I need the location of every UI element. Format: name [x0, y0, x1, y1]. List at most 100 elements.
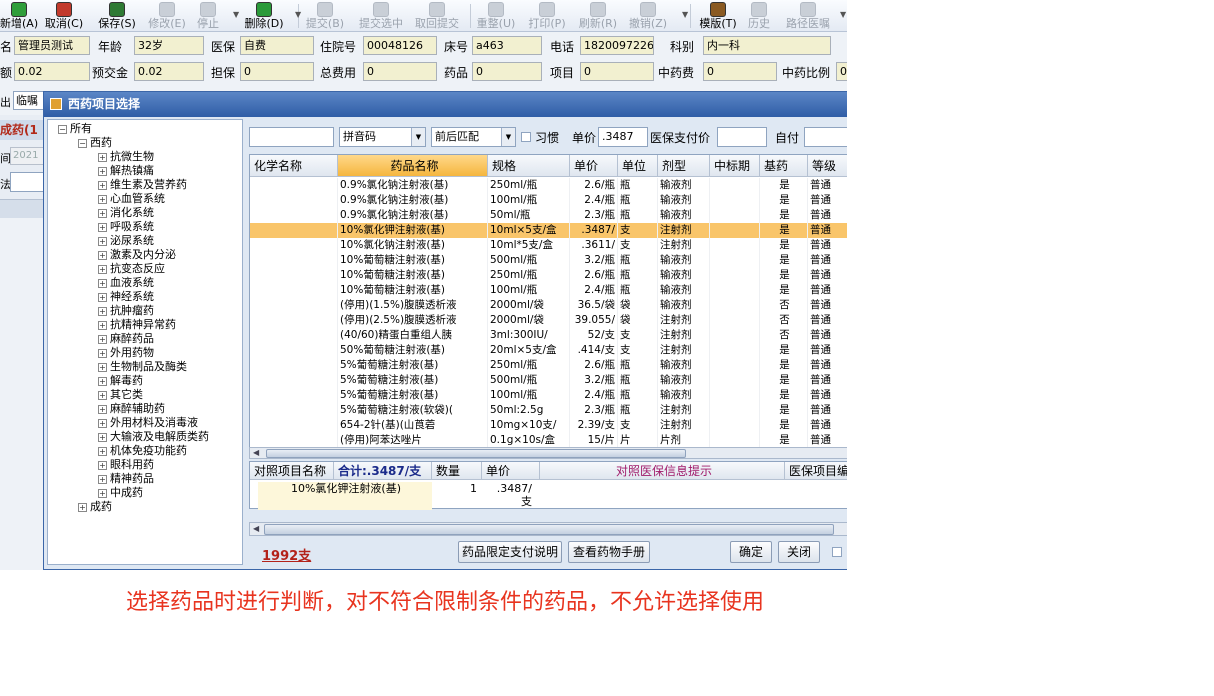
tree-node-item[interactable]: + 激素及内分泌 [98, 248, 176, 262]
patient-field[interactable]: 0 [580, 62, 654, 81]
expand-icon[interactable]: + [98, 208, 107, 218]
lower-column-header[interactable]: 医保项目编 [785, 462, 847, 480]
expand-icon[interactable]: + [98, 278, 107, 288]
limit-payment-button[interactable]: 药品限定支付说明 [458, 541, 562, 563]
insurance-price-input[interactable] [717, 127, 767, 147]
tree-node-item[interactable]: + 其它类 [98, 388, 143, 402]
grid-column-header[interactable]: 等级 [808, 155, 847, 177]
toolbar-button-11[interactable]: 刷新(R) [575, 0, 621, 32]
toolbar-button-0[interactable]: 新增(A) [0, 0, 38, 32]
patient-field[interactable]: 0 [240, 62, 314, 81]
expand-icon[interactable]: + [98, 404, 107, 414]
table-row[interactable]: 5%葡萄糖注射液(基) 100ml/瓶 2.4/瓶瓶输液剂 是普通 [250, 388, 847, 403]
toolbar-button-12[interactable]: 撤销(Z) [626, 0, 670, 32]
patient-field[interactable]: 0 [472, 62, 542, 81]
tree-node-item[interactable]: + 抗精神异常药 [98, 318, 176, 332]
scroll-thumb[interactable] [266, 449, 686, 458]
lower-column-header[interactable]: 单价 [482, 462, 540, 480]
chevron-down-icon[interactable]: ▼ [233, 10, 239, 19]
patient-field[interactable]: 00048126 [363, 36, 437, 55]
toolbar-button-15[interactable]: 路径医嘱 [780, 0, 836, 32]
expand-icon[interactable]: + [98, 432, 107, 442]
tree-node-item[interactable]: + 麻醉药品 [98, 332, 154, 346]
lower-column-header[interactable]: 数量 [432, 462, 482, 480]
toolbar-button-1[interactable]: 取消(C) [40, 0, 88, 32]
patient-field[interactable]: 管理员测试 [14, 36, 90, 55]
patient-field[interactable]: 内一科 [703, 36, 831, 55]
table-row[interactable]: (停用)阿苯达唑片 0.1g×10s/盒 15/片片片剂 是普通 [250, 433, 847, 448]
tree-node-item[interactable]: + 精神药品 [98, 472, 154, 486]
patient-field[interactable]: 自费 [240, 36, 314, 55]
tree-node-item[interactable]: + 抗肿瘤药 [98, 304, 154, 318]
grid-column-header[interactable]: 单位 [618, 155, 658, 177]
expand-icon[interactable]: + [98, 306, 107, 316]
table-row[interactable]: 5%葡萄糖注射液(基) 250ml/瓶 2.6/瓶瓶输液剂 是普通 [250, 358, 847, 373]
toolbar-button-3[interactable]: 修改(E) [145, 0, 189, 32]
toolbar-button-8[interactable]: 取回提交 [412, 0, 462, 32]
expand-icon[interactable]: + [98, 292, 107, 302]
toolbar-button-4[interactable]: 停止 [193, 0, 223, 32]
scroll-left-icon[interactable]: ◀ [253, 524, 259, 533]
expand-icon[interactable]: + [98, 376, 107, 386]
expand-icon[interactable]: + [98, 166, 107, 176]
search-mode-select[interactable]: 拼音码 ▼ [339, 127, 426, 147]
match-mode-select[interactable]: 前后匹配 ▼ [431, 127, 516, 147]
left-tab-out[interactable]: 出 [0, 94, 11, 110]
toolbar-button-9[interactable]: 重整(U) [473, 0, 519, 32]
patient-field[interactable]: 0.02 [14, 62, 90, 81]
tree-node-item[interactable]: + 解毒药 [98, 374, 143, 388]
expand-icon[interactable]: + [98, 348, 107, 358]
toolbar-button-10[interactable]: 打印(P) [524, 0, 570, 32]
expand-icon[interactable]: + [98, 194, 107, 204]
tree-node-item[interactable]: + 泌尿系统 [98, 234, 154, 248]
self-pay-input[interactable] [804, 127, 847, 147]
expand-icon[interactable]: − [78, 138, 87, 148]
table-row[interactable]: 10%葡萄糖注射液(基) 500ml/瓶 3.2/瓶瓶输液剂 是普通 [250, 253, 847, 268]
grid-column-header[interactable]: 剂型 [658, 155, 710, 177]
method-field[interactable] [10, 172, 44, 192]
tree-node-item[interactable]: + 消化系统 [98, 206, 154, 220]
tree-node-item[interactable]: + 解热镇痛 [98, 164, 154, 178]
tree-node-item[interactable]: + 中成药 [98, 486, 143, 500]
table-row[interactable]: 50%葡萄糖注射液(基) 20ml×5支/盒 .414/支支注射剂 是普通 [250, 343, 847, 358]
patient-field[interactable]: a463 [472, 36, 542, 55]
table-row[interactable]: 10%氯化钾注射液(基) 10ml×5支/盒 .3487/支注射剂 是普通 [250, 223, 847, 238]
tree-node-item[interactable]: + 外用材料及消毒液 [98, 416, 198, 430]
lower-column-header[interactable]: 对照医保信息提示 [540, 462, 785, 480]
tree-node-item[interactable]: + 大输液及电解质类药 [98, 430, 209, 444]
expand-icon[interactable]: + [98, 362, 107, 372]
tree-node-item[interactable]: + 维生素及营养药 [98, 178, 187, 192]
expand-icon[interactable]: + [98, 488, 107, 498]
tree-node-item[interactable]: + 眼科用药 [98, 458, 154, 472]
selected-grid-scrollbar[interactable]: ◀ [249, 522, 847, 536]
patient-field[interactable]: 18200972262 [580, 36, 654, 55]
patient-field[interactable]: 0. [836, 62, 847, 81]
expand-icon[interactable]: + [78, 502, 87, 512]
expand-icon[interactable]: + [98, 474, 107, 484]
grid-column-header[interactable]: 化学名称 [250, 155, 338, 177]
search-input[interactable] [249, 127, 334, 147]
expand-icon[interactable]: + [98, 418, 107, 428]
date-field[interactable]: 2021 [10, 147, 44, 165]
tree-node-item[interactable]: + 呼吸系统 [98, 220, 154, 234]
expand-icon[interactable]: + [98, 152, 107, 162]
scroll-thumb[interactable] [264, 524, 834, 535]
table-row[interactable]: 10%葡萄糖注射液(基) 100ml/瓶 2.4/瓶瓶输液剂 是普通 [250, 283, 847, 298]
table-row[interactable]: 0.9%氯化钠注射液(基) 50ml/瓶 2.3/瓶瓶输液剂 是普通 [250, 208, 847, 223]
tree-node-other[interactable]: + 成药 [78, 500, 112, 514]
toolbar-button-13[interactable]: 模版(T) [694, 0, 742, 32]
table-row[interactable]: (停用)(1.5%)腹膜透析液 2000ml/袋 36.5/袋袋输液剂 否普通 [250, 298, 847, 313]
expand-icon[interactable]: + [98, 250, 107, 260]
close-button[interactable]: 关闭 [778, 541, 820, 563]
tree-node-item[interactable]: + 神经系统 [98, 290, 154, 304]
drug-manual-button[interactable]: 查看药物手册 [568, 541, 650, 563]
price-input[interactable]: .3487 [598, 127, 648, 147]
tree-node-item[interactable]: + 机体免疫功能药 [98, 444, 187, 458]
table-row[interactable]: 0.9%氯化钠注射液(基) 250ml/瓶 2.6/瓶瓶输液剂 是普通 [250, 178, 847, 193]
toolbar-button-14[interactable]: 历史 [744, 0, 774, 32]
tree-node-item[interactable]: + 生物制品及酶类 [98, 360, 187, 374]
expand-icon[interactable]: + [98, 180, 107, 190]
tree-node-item[interactable]: + 外用药物 [98, 346, 154, 360]
option-checkbox[interactable] [832, 547, 842, 557]
expand-icon[interactable]: + [98, 320, 107, 330]
